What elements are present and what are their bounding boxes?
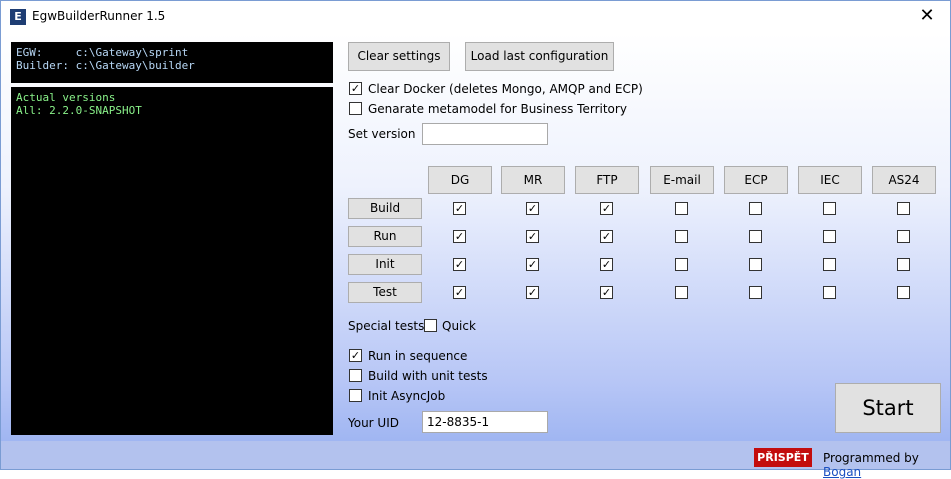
app-icon: E xyxy=(10,9,26,25)
app-window: E EgwBuilderRunner 1.5 ✕ EGW: c:\Gateway… xyxy=(0,0,951,479)
build-row-button[interactable]: Build xyxy=(348,198,422,219)
run-mr-checkbox[interactable]: ✓ xyxy=(526,230,539,243)
load-last-configuration-button[interactable]: Load last configuration xyxy=(465,42,614,71)
init-as24-checkbox[interactable] xyxy=(897,258,910,271)
build-as24-checkbox[interactable] xyxy=(897,202,910,215)
paths-console: EGW: c:\Gateway\sprint Builder: c:\Gatewa… xyxy=(11,42,333,83)
clear-docker-label: Clear Docker (deletes Mongo, AMQP and EC… xyxy=(368,82,643,96)
column-header-dg[interactable]: DG xyxy=(428,166,492,194)
uid-label: Your UID xyxy=(348,416,399,430)
test-dg-checkbox[interactable]: ✓ xyxy=(453,286,466,299)
build-iec-checkbox[interactable] xyxy=(823,202,836,215)
set-version-input[interactable] xyxy=(422,123,548,145)
column-header-mr[interactable]: MR xyxy=(501,166,565,194)
init-mr-checkbox[interactable]: ✓ xyxy=(526,258,539,271)
run-in-sequence-label: Run in sequence xyxy=(368,349,468,363)
run-e-mail-checkbox[interactable] xyxy=(675,230,688,243)
column-header-iec[interactable]: IEC xyxy=(798,166,862,194)
author-link[interactable]: Bogan xyxy=(823,465,861,479)
init-e-mail-checkbox[interactable] xyxy=(675,258,688,271)
uid-input[interactable]: 12-8835-1 xyxy=(422,411,548,433)
console-line-builder: Builder: c:\Gateway\builder xyxy=(16,59,195,72)
build-dg-checkbox[interactable]: ✓ xyxy=(453,202,466,215)
test-mr-checkbox[interactable]: ✓ xyxy=(526,286,539,299)
quick-test-checkbox[interactable] xyxy=(424,319,437,332)
credit-text: Programmed by Bogan xyxy=(823,451,950,479)
run-row-button[interactable]: Run xyxy=(348,226,422,247)
run-ecp-checkbox[interactable] xyxy=(749,230,762,243)
build-unit-tests-checkbox[interactable] xyxy=(349,369,362,382)
init-iec-checkbox[interactable] xyxy=(823,258,836,271)
console-line-egw: EGW: c:\Gateway\sprint xyxy=(16,46,189,59)
column-header-e-mail[interactable]: E-mail xyxy=(650,166,714,194)
init-row-button[interactable]: Init xyxy=(348,254,422,275)
build-unit-tests-label: Build with unit tests xyxy=(368,369,488,383)
run-iec-checkbox[interactable] xyxy=(823,230,836,243)
client-area: EGW: c:\Gateway\sprint Builder: c:\Gatewa… xyxy=(1,33,950,479)
quick-test-label: Quick xyxy=(442,319,476,333)
build-mr-checkbox[interactable]: ✓ xyxy=(526,202,539,215)
init-asyncjob-checkbox[interactable] xyxy=(349,389,362,402)
versions-console: Actual versions All: 2.2.0-SNAPSHOT xyxy=(11,87,333,435)
build-e-mail-checkbox[interactable] xyxy=(675,202,688,215)
donate-button[interactable]: PŘISPĚT xyxy=(754,448,812,467)
test-ftp-checkbox[interactable]: ✓ xyxy=(600,286,613,299)
title-bar: E EgwBuilderRunner 1.5 ✕ xyxy=(1,1,950,33)
test-e-mail-checkbox[interactable] xyxy=(675,286,688,299)
generate-metamodel-checkbox[interactable] xyxy=(349,102,362,115)
console-line-all: All: 2.2.0-SNAPSHOT xyxy=(16,104,142,117)
init-dg-checkbox[interactable]: ✓ xyxy=(453,258,466,271)
console-line-heading: Actual versions xyxy=(16,91,116,104)
set-version-label: Set version xyxy=(348,127,416,141)
test-as24-checkbox[interactable] xyxy=(897,286,910,299)
run-as24-checkbox[interactable] xyxy=(897,230,910,243)
init-asyncjob-label: Init AsyncJob xyxy=(368,389,446,403)
test-row-button[interactable]: Test xyxy=(348,282,422,303)
init-ftp-checkbox[interactable]: ✓ xyxy=(600,258,613,271)
run-in-sequence-checkbox[interactable]: ✓ xyxy=(349,349,362,362)
special-tests-label: Special tests: xyxy=(348,319,429,333)
build-ecp-checkbox[interactable] xyxy=(749,202,762,215)
clear-settings-button[interactable]: Clear settings xyxy=(348,42,450,71)
window-title: EgwBuilderRunner 1.5 xyxy=(32,9,166,23)
test-iec-checkbox[interactable] xyxy=(823,286,836,299)
build-ftp-checkbox[interactable]: ✓ xyxy=(600,202,613,215)
clear-docker-checkbox[interactable]: ✓ xyxy=(349,82,362,95)
generate-metamodel-label: Genarate metamodel for Business Territor… xyxy=(368,102,627,116)
start-button[interactable]: Start xyxy=(835,383,941,433)
test-ecp-checkbox[interactable] xyxy=(749,286,762,299)
init-ecp-checkbox[interactable] xyxy=(749,258,762,271)
column-header-ecp[interactable]: ECP xyxy=(724,166,788,194)
run-ftp-checkbox[interactable]: ✓ xyxy=(600,230,613,243)
run-dg-checkbox[interactable]: ✓ xyxy=(453,230,466,243)
column-header-as24[interactable]: AS24 xyxy=(872,166,936,194)
credit-prefix: Programmed by xyxy=(823,451,919,465)
column-header-ftp[interactable]: FTP xyxy=(575,166,639,194)
close-button[interactable]: ✕ xyxy=(904,1,950,31)
